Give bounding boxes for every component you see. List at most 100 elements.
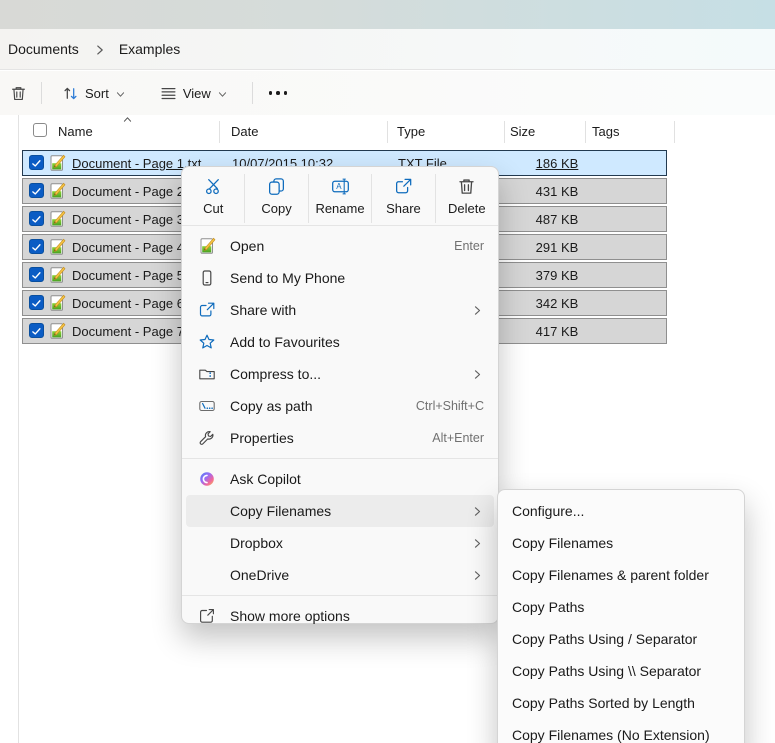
- show-more-icon: [200, 609, 214, 623]
- menu-separator: [182, 225, 498, 226]
- submenu-chevron-icon: [471, 537, 484, 550]
- column-header-name[interactable]: Name: [58, 124, 93, 139]
- column-header-size[interactable]: Size: [510, 124, 535, 139]
- menu-item-label: Properties: [230, 430, 294, 446]
- cut-icon: [205, 179, 219, 195]
- submenu-item-copy-paths[interactable]: Copy Paths: [502, 591, 740, 623]
- menu-item-onedrive[interactable]: OneDrive: [186, 559, 494, 591]
- file-size: 417 KB: [535, 324, 579, 339]
- menu-item-add-to-favourites[interactable]: Add to Favourites: [186, 326, 494, 358]
- view-button[interactable]: View: [152, 77, 236, 109]
- file-size: 186 KB: [535, 156, 579, 171]
- menu-item-compress-to[interactable]: Compress to...: [186, 358, 494, 390]
- txt-file-icon: [48, 322, 66, 340]
- menu-item-label: Ask Copilot: [230, 471, 301, 487]
- column-divider[interactable]: [504, 121, 505, 143]
- column-divider[interactable]: [674, 121, 675, 143]
- share-icon: [395, 178, 412, 194]
- submenu-chevron-icon: [471, 505, 484, 518]
- delete-button[interactable]: [2, 77, 35, 109]
- select-all-checkbox[interactable]: [33, 123, 47, 137]
- column-divider[interactable]: [219, 121, 220, 143]
- txt-file-icon: [48, 182, 66, 200]
- menu-item-dropbox[interactable]: Dropbox: [186, 527, 494, 559]
- row-checkbox-checked[interactable]: [29, 183, 44, 198]
- submenu-item-copy-filenames[interactable]: Copy Filenames: [502, 527, 740, 559]
- column-header-date[interactable]: Date: [231, 124, 258, 139]
- column-divider[interactable]: [387, 121, 388, 143]
- row-checkbox-checked[interactable]: [29, 211, 44, 226]
- menu-item-copy-as-path[interactable]: Copy as path Ctrl+Shift+C: [186, 390, 494, 422]
- toolbar-divider: [41, 82, 42, 104]
- column-header-row: Name Date Type Size Tags: [22, 115, 675, 149]
- txt-file-icon: [48, 154, 66, 172]
- submenu-item-copy-paths-sorted-by-length[interactable]: Copy Paths Sorted by Length: [502, 687, 740, 719]
- column-divider[interactable]: [585, 121, 586, 143]
- menu-item-shortcut: Ctrl+Shift+C: [415, 399, 484, 413]
- cut-button[interactable]: Cut: [182, 174, 244, 223]
- breadcrumb-chevron-icon: [93, 43, 107, 57]
- txt-file-icon: [198, 237, 216, 255]
- menu-item-label: Copy Filenames: [230, 503, 332, 519]
- copy-label: Copy: [261, 201, 292, 216]
- menu-items: Ask Copilot Copy Filenames Dropbox OneDr…: [182, 461, 498, 593]
- quick-actions-bar: Cut Copy A Rename Share Delete: [182, 167, 498, 223]
- rename-button[interactable]: A Rename: [307, 174, 371, 223]
- txt-file-icon: [48, 238, 66, 256]
- copilot-icon: [200, 472, 214, 486]
- txt-file-icon: [48, 266, 66, 284]
- row-checkbox-checked[interactable]: [29, 239, 44, 254]
- menu-item-send-to-my-phone[interactable]: Send to My Phone: [186, 262, 494, 294]
- row-checkbox-checked[interactable]: [29, 155, 44, 170]
- view-list-icon: [161, 87, 176, 99]
- menu-item-copy-filenames[interactable]: Copy Filenames: [186, 495, 494, 527]
- menu-item-share-with[interactable]: Share with: [186, 294, 494, 326]
- star-icon: [199, 334, 215, 349]
- rename-icon: A: [331, 178, 349, 195]
- row-checkbox-checked[interactable]: [29, 323, 44, 338]
- submenu-chevron-icon: [471, 368, 484, 381]
- menu-item-label: Open: [230, 238, 265, 254]
- svg-text:A: A: [336, 182, 342, 191]
- file-size: 379 KB: [535, 268, 579, 283]
- chevron-down-icon: [115, 89, 126, 100]
- file-size: 431 KB: [535, 184, 579, 199]
- chevron-down-icon: [217, 89, 228, 100]
- menu-separator: [182, 458, 498, 459]
- delete-icon: [457, 177, 476, 196]
- column-header-tags[interactable]: Tags: [592, 124, 619, 139]
- menu-item-label: OneDrive: [230, 567, 290, 583]
- submenu-item-copy-paths-forward-slash[interactable]: Copy Paths Using / Separator: [502, 623, 740, 655]
- column-header-type[interactable]: Type: [397, 124, 425, 139]
- copy-button[interactable]: Copy: [244, 174, 307, 223]
- submenu-item-copy-paths-backslash[interactable]: Copy Paths Using \\ Separator: [502, 655, 740, 687]
- submenu-item-copy-filenames-no-extension[interactable]: Copy Filenames (No Extension): [502, 719, 740, 743]
- sort-button[interactable]: Sort: [54, 77, 134, 109]
- delete-label: Delete: [448, 201, 486, 216]
- submenu-item-configure[interactable]: Configure...: [502, 495, 740, 527]
- breadcrumb: Documents Examples: [0, 29, 775, 70]
- copy-path-icon: [199, 400, 215, 412]
- phone-icon: [202, 270, 212, 286]
- share-button[interactable]: Share: [371, 174, 434, 223]
- copy-filenames-submenu: Configure... Copy Filenames Copy Filenam…: [497, 489, 745, 743]
- menu-item-show-more-options[interactable]: Show more options: [186, 600, 494, 632]
- menu-item-label: Add to Favourites: [230, 334, 340, 350]
- more-options-button[interactable]: [259, 91, 298, 95]
- delete-icon: [10, 85, 27, 102]
- menu-item-ask-copilot[interactable]: Ask Copilot: [186, 463, 494, 495]
- breadcrumb-item-documents[interactable]: Documents: [8, 41, 79, 57]
- menu-item-label: Compress to...: [230, 366, 322, 382]
- row-checkbox-checked[interactable]: [29, 267, 44, 282]
- menu-item-open[interactable]: Open Enter: [186, 230, 494, 262]
- breadcrumb-item-examples[interactable]: Examples: [119, 41, 180, 57]
- menu-item-properties[interactable]: Properties Alt+Enter: [186, 422, 494, 454]
- menu-item-icon-placeholder: [198, 502, 216, 520]
- delete-button[interactable]: Delete: [434, 174, 498, 223]
- file-size: 487 KB: [535, 212, 579, 227]
- menu-item-icon-placeholder: [198, 566, 216, 584]
- row-checkbox-checked[interactable]: [29, 295, 44, 310]
- zip-folder-icon: [199, 369, 215, 380]
- submenu-item-copy-filenames-parent-folder[interactable]: Copy Filenames & parent folder: [502, 559, 740, 591]
- share-label: Share: [386, 201, 421, 216]
